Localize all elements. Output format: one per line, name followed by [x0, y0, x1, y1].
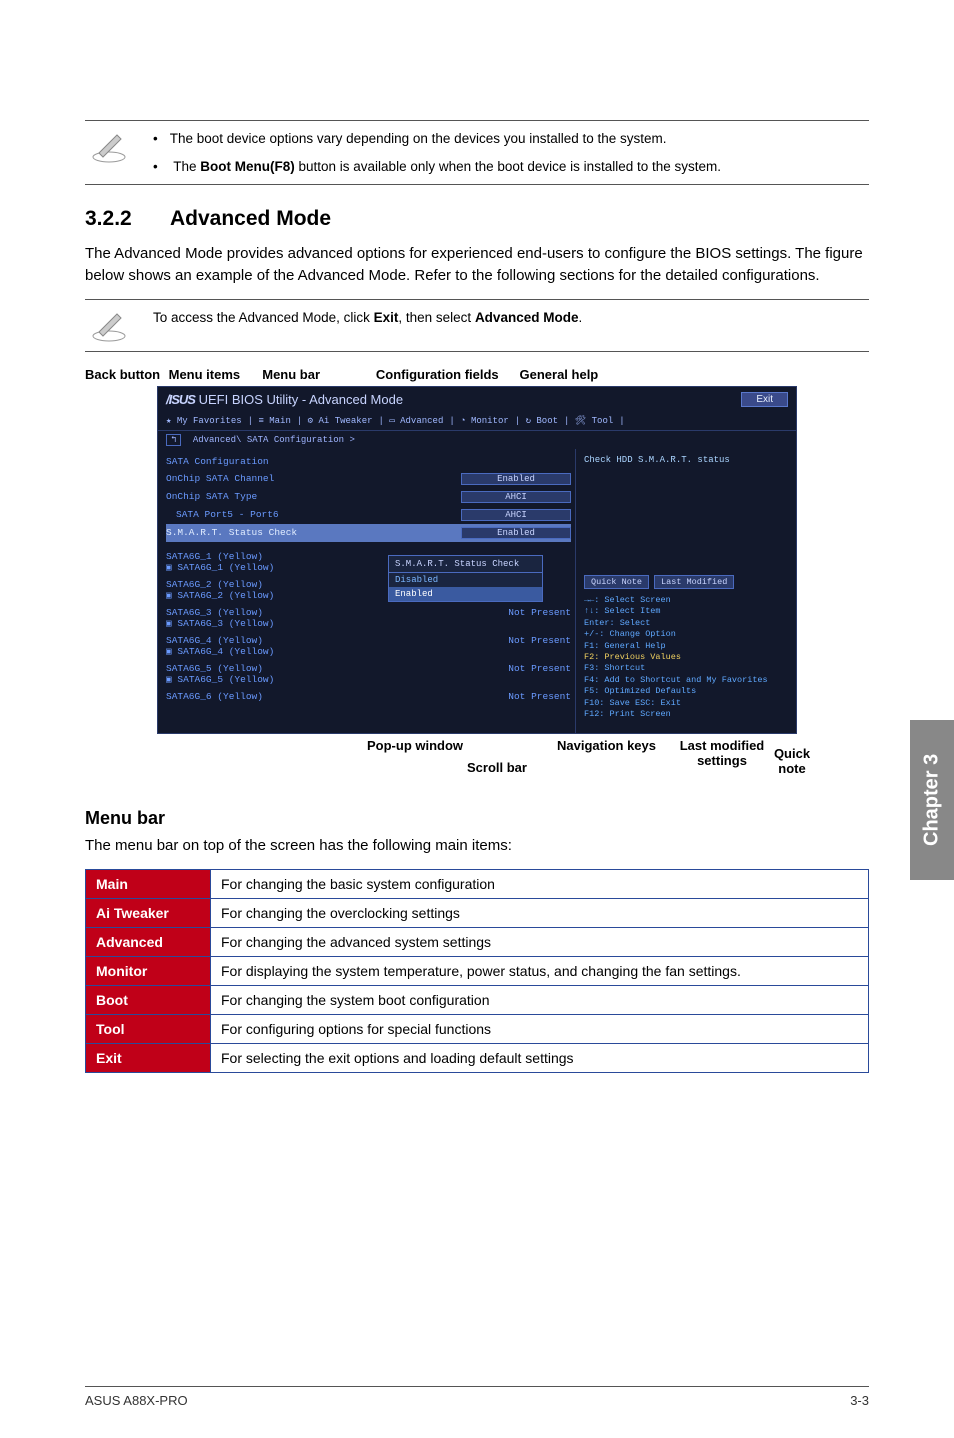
bios-item-row[interactable]: SATA Port5 - Port6AHCI [166, 506, 571, 524]
note-block-1: The boot device options vary depending o… [85, 120, 869, 185]
table-row: MonitorFor displaying the system tempera… [86, 956, 869, 985]
footer-right: 3-3 [850, 1393, 869, 1408]
quick-note-button[interactable]: Quick Note [584, 575, 649, 589]
note1-item1: The boot device options vary depending o… [153, 129, 721, 149]
chapter-tab: Chapter 3 [910, 720, 954, 880]
bios-item-row[interactable]: SATA6G_6 (Yellow)Not Present [166, 688, 571, 705]
bios-item-row[interactable]: SATA Configuration [166, 453, 571, 470]
bios-popup-window[interactable]: S.M.A.R.T. Status Check Disabled Enabled [388, 555, 543, 602]
menu-table: MainFor changing the basic system config… [85, 869, 869, 1073]
page-footer: ASUS A88X-PRO 3-3 [85, 1386, 869, 1408]
bios-item-row[interactable]: OnChip SATA TypeAHCI [166, 488, 571, 506]
exit-button[interactable]: Exit [741, 392, 788, 407]
table-row: AdvancedFor changing the advanced system… [86, 927, 869, 956]
bios-item-row[interactable]: SATA6G_3 (Yellow)▣ SATA6G_3 (Yellow)Not … [166, 604, 571, 632]
bios-item-row[interactable]: SATA6G_4 (Yellow)▣ SATA6G_4 (Yellow)Not … [166, 632, 571, 660]
bios-item-row[interactable]: SATA6G_5 (Yellow)▣ SATA6G_5 (Yellow)Not … [166, 660, 571, 688]
screenshot-top-labels: Back button Menu items Menu bar Configur… [85, 367, 869, 382]
footer-left: ASUS A88X-PRO [85, 1393, 188, 1408]
section-heading: 3.2.2Advanced Mode [85, 207, 869, 231]
nav-tool[interactable]: 🛠 Tool [575, 416, 613, 426]
nav-aitweaker[interactable]: ⚙ Ai Tweaker [308, 416, 373, 426]
note-block-2: To access the Advanced Mode, click Exit,… [85, 299, 869, 352]
bios-breadcrumb: ↰ Advanced\ SATA Configuration > [158, 431, 796, 449]
bios-menu-bar[interactable]: ★ My Favorites| ≡ Main| ⚙ Ai Tweaker| ▭ … [158, 412, 796, 431]
bios-titlebar: /ISUS UEFI BIOS Utility - Advanced Mode … [158, 387, 796, 412]
nav-advanced[interactable]: ▭ Advanced [389, 416, 443, 426]
bios-right-pane: Check HDD S.M.A.R.T. status Quick Note L… [576, 449, 796, 733]
section-body: The Advanced Mode provides advanced opti… [85, 243, 869, 287]
back-button[interactable]: ↰ [166, 434, 181, 446]
table-row: ExitFor selecting the exit options and l… [86, 1043, 869, 1072]
pencil-note-icon [85, 121, 133, 172]
screenshot-bottom-labels: Pop-up window Scroll bar Navigation keys… [157, 738, 797, 798]
popup-item-enabled[interactable]: Enabled [389, 587, 542, 601]
nav-main[interactable]: ≡ Main [258, 416, 290, 426]
menubar-intro: The menu bar on top of the screen has th… [85, 835, 869, 857]
last-modified-button[interactable]: Last Modified [654, 575, 734, 589]
note2-text: To access the Advanced Mode, click Exit,… [153, 300, 582, 336]
bios-item-row-selected[interactable]: S.M.A.R.T. Status CheckEnabled [166, 524, 571, 542]
bios-help-text: Check HDD S.M.A.R.T. status [584, 455, 788, 465]
table-row: Ai TweakerFor changing the overclocking … [86, 898, 869, 927]
bios-item-row[interactable]: OnChip SATA ChannelEnabled [166, 470, 571, 488]
table-row: BootFor changing the system boot configu… [86, 985, 869, 1014]
nav-boot[interactable]: ↻ Boot [526, 416, 558, 426]
table-row: MainFor changing the basic system config… [86, 869, 869, 898]
nav-favorites[interactable]: ★ My Favorites [166, 416, 242, 426]
nav-monitor[interactable]: ◔ Monitor [460, 416, 509, 426]
table-row: ToolFor configuring options for special … [86, 1014, 869, 1043]
note1-item2: The Boot Menu(F8) button is available on… [153, 157, 721, 177]
bios-navigation-keys: →←: Select Screen ↑↓: Select Item Enter:… [584, 595, 788, 721]
popup-item-disabled[interactable]: Disabled [389, 573, 542, 587]
pencil-note-icon [85, 300, 133, 351]
bios-screenshot: /ISUS UEFI BIOS Utility - Advanced Mode … [157, 386, 797, 734]
menubar-heading: Menu bar [85, 808, 869, 829]
